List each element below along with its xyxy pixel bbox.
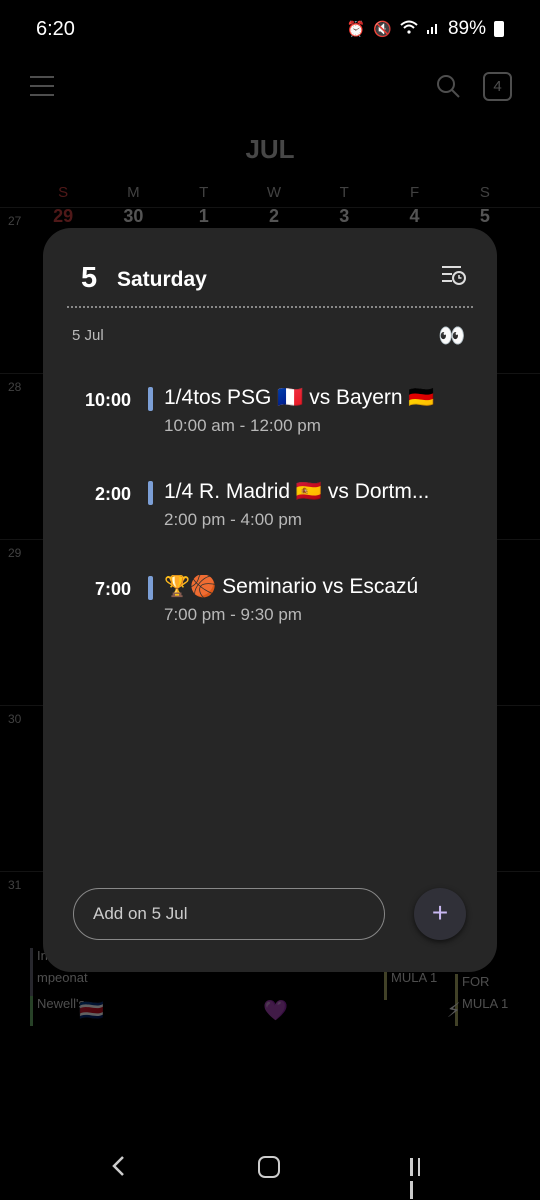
divider xyxy=(67,306,473,308)
weekday-label: F xyxy=(409,184,420,201)
event-time-range: 10:00 am - 12:00 pm xyxy=(164,416,321,435)
week-number: 31 xyxy=(8,878,22,892)
system-nav-bar xyxy=(0,1140,540,1200)
eyes-sticker-icon[interactable]: 👀 xyxy=(438,323,465,349)
weekday-label: M xyxy=(127,184,140,201)
battery-percent: 89% xyxy=(447,18,486,39)
status-bar: 6:20 ⏰ 🔇 89% xyxy=(0,0,540,60)
event-color-bar xyxy=(148,576,153,600)
schedule-settings-icon[interactable] xyxy=(441,264,467,286)
day-number-heading: 5 xyxy=(81,262,98,294)
week-number: 29 xyxy=(8,546,22,560)
calendar-event-fragment[interactable]: MULA 1 xyxy=(384,970,454,1000)
wifi-icon xyxy=(400,20,418,38)
home-icon[interactable] xyxy=(258,1156,280,1178)
event-color-bar xyxy=(148,481,153,505)
event-start-time: 2:00 xyxy=(94,484,131,504)
add-event-button[interactable]: + xyxy=(414,888,466,940)
mute-icon: 🔇 xyxy=(373,21,392,38)
weekday-label: S xyxy=(58,184,69,201)
event-start-time: 7:00 xyxy=(94,579,131,599)
week-number: 28 xyxy=(8,380,22,394)
weekday-label: W xyxy=(266,184,282,201)
event-start-time: 10:00 xyxy=(84,390,131,410)
alarm-icon: ⏰ xyxy=(346,21,366,38)
event-title: 1/4 R. Madrid 🇪🇸 vs Dortm... xyxy=(164,480,430,503)
event-time-range: 7:00 pm - 9:30 pm xyxy=(164,605,302,624)
event-title: 1/4tos PSG 🇫🇷 vs Bayern 🇩🇪 xyxy=(164,386,435,409)
weekday-label: S xyxy=(479,184,490,201)
today-button[interactable]: 4 xyxy=(483,72,512,101)
menu-icon[interactable] xyxy=(30,76,54,96)
status-time: 6:20 xyxy=(36,18,75,40)
week-number: 30 xyxy=(8,712,22,726)
recents-icon[interactable] xyxy=(410,1158,432,1199)
event-item[interactable]: 10:00 1/4tos PSG 🇫🇷 vs Bayern 🇩🇪 10:00 a… xyxy=(43,370,497,440)
date-label: 5 Jul xyxy=(72,327,104,344)
battery-icon xyxy=(494,21,504,37)
status-icons: ⏰ 🔇 89% xyxy=(347,18,504,40)
month-label: JUL xyxy=(245,134,295,164)
event-time-range: 2:00 pm - 4:00 pm xyxy=(164,510,302,529)
search-icon[interactable] xyxy=(436,74,460,98)
signal-icon xyxy=(426,20,440,38)
background-stickers: 🇨🇷 💜 ⚡ xyxy=(0,998,540,1023)
event-title: 🏆🏀 Seminario vs Escazú xyxy=(164,575,419,598)
weekday-header: S M T W T F S xyxy=(28,184,520,201)
heart-icon: 💜 xyxy=(262,1000,288,1022)
event-color-bar xyxy=(148,387,153,411)
quick-add-input[interactable]: Add on 5 Jul xyxy=(73,888,385,940)
day-detail-sheet: 5 Saturday 5 Jul 👀 10:00 1/4tos PSG 🇫🇷 v… xyxy=(43,228,497,972)
weekday-label: T xyxy=(339,184,349,201)
event-item[interactable]: 7:00 🏆🏀 Seminario vs Escazú 7:00 pm - 9:… xyxy=(43,559,497,629)
day-name-heading: Saturday xyxy=(117,268,207,291)
event-item[interactable]: 2:00 1/4 R. Madrid 🇪🇸 vs Dortm... 2:00 p… xyxy=(43,464,497,534)
lightning-icon: ⚡ xyxy=(446,1000,461,1022)
flag-icon: 🇨🇷 xyxy=(79,1000,105,1022)
week-number: 27 xyxy=(8,214,22,228)
back-icon[interactable] xyxy=(108,1155,130,1177)
weekday-label: T xyxy=(199,184,209,201)
